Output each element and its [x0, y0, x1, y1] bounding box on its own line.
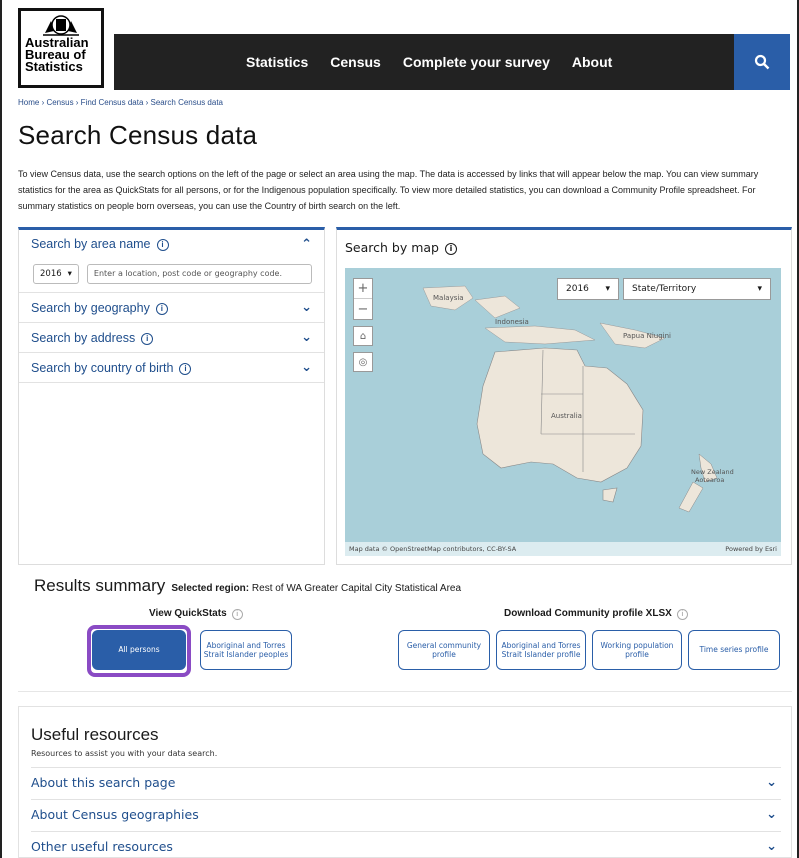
home-button[interactable]: ⌂ — [353, 326, 373, 346]
map-label-aotearoa: Aotearoa — [695, 476, 724, 484]
selected-region-value: Rest of WA Greater Capital City Statisti… — [251, 583, 462, 594]
chevron-down-icon: ⌄ — [301, 300, 312, 315]
page: Australian Bureau of Statistics Statisti… — [0, 0, 799, 858]
useful-resources: Useful resources Resources to assist you… — [18, 706, 792, 858]
map-label-png: Papua Niugini — [623, 332, 671, 340]
map-year-select[interactable]: 2016 ▾ — [557, 278, 619, 300]
page-title: Search Census data — [18, 120, 258, 150]
locate-icon: ◎ — [358, 356, 368, 368]
resource-about-search[interactable]: About this search page ⌄ — [31, 767, 781, 797]
search-button[interactable] — [734, 34, 790, 90]
info-icon[interactable]: i — [141, 332, 154, 345]
area-name-title: Search by area name — [31, 237, 151, 251]
resource-label: About this search page — [31, 775, 176, 790]
abs-logo[interactable]: Australian Bureau of Statistics — [18, 8, 104, 88]
search-options-panel: Search by area name i ⌃ 2016 ▾ Enter a loc… — [18, 227, 325, 565]
resource-label: About Census geographies — [31, 807, 199, 822]
info-icon[interactable]: i — [445, 243, 457, 255]
nav-about[interactable]: About — [572, 54, 612, 70]
map-attribution: Map data © OpenStreetMap contributors, C… — [345, 542, 781, 556]
map-panel: Search by map i Malaysia Indonesia Papua … — [336, 227, 792, 565]
address-title: Search by address — [31, 330, 136, 345]
download-heading: Download Community profile XLSX — [504, 608, 672, 619]
year-select-value: 2016 — [40, 269, 62, 279]
resource-other[interactable]: Other useful resources ⌄ — [31, 831, 781, 858]
address-header[interactable]: Search by address i ⌄ — [19, 323, 324, 353]
map-view[interactable]: Malaysia Indonesia Papua Niugini Austral… — [345, 268, 781, 556]
info-icon[interactable]: i — [156, 239, 169, 251]
search-icon — [754, 54, 770, 70]
zoom-controls: + − — [353, 278, 373, 320]
main-nav: Statistics Census Complete your survey A… — [114, 34, 790, 90]
logo-line-3: Statistics — [25, 59, 83, 74]
caret-down-icon: ▾ — [605, 284, 610, 294]
resource-label: Other useful resources — [31, 839, 173, 854]
area-search-row: 2016 ▾ Enter a location, post code or geo… — [19, 258, 324, 293]
general-community-profile-button[interactable]: General community profile — [398, 630, 490, 670]
zoom-out-button[interactable]: − — [354, 299, 372, 319]
indigenous-profile-button[interactable]: Aboriginal and Torres Strait Islander pr… — [496, 630, 586, 670]
map-canvas[interactable]: Malaysia Indonesia Papua Niugini Austral… — [345, 268, 781, 556]
map-title: Search by map — [345, 240, 439, 255]
country-title: Search by country of birth — [31, 360, 174, 375]
useful-desc: Resources to assist you with your data s… — [31, 749, 218, 758]
country-header[interactable]: Search by country of birth i ⌄ — [19, 353, 324, 383]
map-label-australia: Australia — [551, 412, 582, 420]
results-summary: Results summary Selected region: Rest of … — [18, 570, 792, 692]
zoom-in-button[interactable]: + — [354, 279, 372, 299]
quickstats-heading: View QuickStats — [149, 608, 227, 619]
map-year-value: 2016 — [566, 284, 589, 294]
chevron-down-icon: ⌄ — [766, 839, 777, 854]
year-select[interactable]: 2016 ▾ — [33, 264, 79, 284]
geography-level-value: State/Territory — [632, 284, 697, 294]
coat-of-arms-icon — [43, 15, 79, 36]
info-icon[interactable]: i — [179, 362, 192, 375]
resource-census-geographies[interactable]: About Census geographies ⌄ — [31, 799, 781, 829]
useful-title: Useful resources — [31, 725, 159, 744]
area-name-header[interactable]: Search by area name i ⌃ — [19, 230, 324, 258]
results-title: Results summary — [34, 576, 166, 595]
time-series-profile-button[interactable]: Time series profile — [688, 630, 780, 670]
highlight-outline — [87, 625, 191, 677]
caret-down-icon: ▾ — [757, 284, 762, 294]
chevron-down-icon: ⌄ — [766, 807, 777, 822]
info-icon[interactable]: i — [231, 609, 243, 620]
nav-complete-survey[interactable]: Complete your survey — [403, 54, 550, 70]
nav-census[interactable]: Census — [330, 54, 381, 70]
indigenous-quickstats-button[interactable]: Aboriginal and Torres Strait Islander pe… — [200, 630, 292, 670]
selected-region-label: Selected region: — [171, 583, 250, 594]
working-population-profile-button[interactable]: Working population profile — [592, 630, 682, 670]
map-label-indonesia: Indonesia — [495, 318, 529, 326]
powered-by-text[interactable]: Powered by Esri — [725, 545, 777, 553]
geography-title: Search by geography — [31, 300, 150, 315]
info-icon[interactable]: i — [676, 609, 688, 620]
chevron-up-icon: ⌃ — [301, 236, 312, 252]
attribution-text[interactable]: Map data © OpenStreetMap contributors, C… — [349, 545, 516, 553]
intro-text: To view Census data, use the search opti… — [18, 169, 759, 211]
home-icon: ⌂ — [359, 330, 367, 342]
breadcrumb[interactable]: Home › Census › Find Census data › Searc… — [18, 98, 223, 107]
chevron-down-icon: ⌄ — [301, 360, 312, 375]
geography-header[interactable]: Search by geography i ⌄ — [19, 293, 324, 323]
map-label-nz: New Zealand — [691, 468, 734, 476]
chevron-down-icon: ⌄ — [301, 330, 312, 345]
info-icon[interactable]: i — [155, 302, 168, 315]
map-label-malaysia: Malaysia — [433, 294, 464, 302]
caret-down-icon: ▾ — [67, 269, 72, 279]
area-search-input[interactable]: Enter a location, post code or geography… — [86, 264, 312, 284]
chevron-down-icon: ⌄ — [766, 775, 777, 790]
locate-button[interactable]: ◎ — [353, 352, 373, 372]
geography-level-select[interactable]: State/Territory ▾ — [623, 278, 771, 300]
nav-statistics[interactable]: Statistics — [246, 54, 308, 70]
